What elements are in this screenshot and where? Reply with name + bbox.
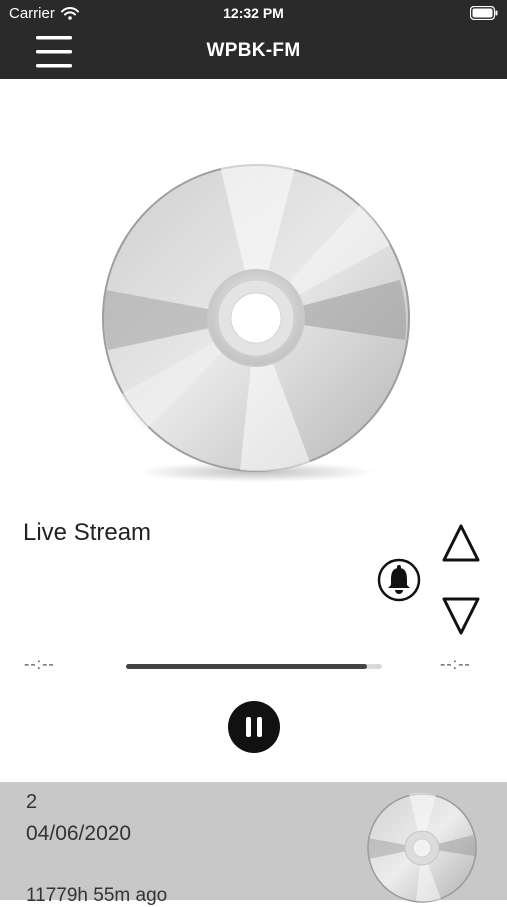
history-list: 2 04/06/2020 11779h 55m ago: [0, 782, 507, 906]
history-item-number: 2: [26, 791, 38, 813]
pause-button[interactable]: [227, 700, 281, 754]
album-art-disc: [102, 162, 410, 482]
status-bar: Carrier 12:32 PM: [0, 0, 507, 26]
pause-icon: [246, 717, 251, 737]
stream-title: Live Stream: [23, 519, 152, 546]
history-item-date: 04/06/2020: [26, 822, 132, 845]
station-title: WPBK-FM: [206, 40, 301, 61]
battery-icon: [470, 6, 498, 20]
thumbs-down-icon[interactable]: [441, 596, 481, 636]
nav-bar: WPBK-FM: [0, 26, 507, 79]
history-item-ago: 11779h 55m ago: [26, 885, 168, 906]
progress-fill: [126, 664, 367, 669]
progress-bar[interactable]: [126, 664, 382, 669]
remaining-time: --:--: [440, 656, 471, 673]
clock: 12:32 PM: [223, 5, 284, 21]
elapsed-time: --:--: [24, 656, 55, 673]
thumbs-up-icon[interactable]: [441, 523, 481, 563]
history-disc-thumbnail: [367, 792, 477, 903]
alarm-bell-icon[interactable]: [377, 558, 421, 602]
